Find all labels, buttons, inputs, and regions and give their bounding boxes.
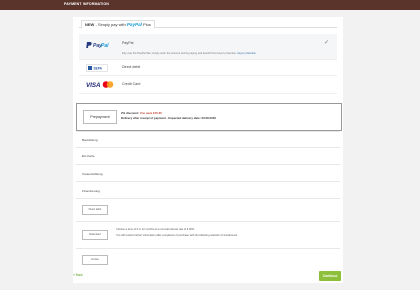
prepayment-delivery: Delivery after receipt of payment - Expe… xyxy=(121,115,216,120)
option-label: Vorauszahlung xyxy=(82,172,103,176)
continue-button[interactable]: Continue xyxy=(319,271,341,281)
option-row-finanzierung[interactable]: Finanzierung xyxy=(76,181,340,199)
direct-debit-label: Direct debit xyxy=(122,65,141,69)
sepa-logo: SEPA xyxy=(86,64,108,72)
payment-panel: NEW - Simply pay with PayPal Plus Pay Pa… xyxy=(73,17,343,283)
instalment-line-2: You will receive further information aft… xyxy=(116,234,238,237)
option-row-ec-karte[interactable]: EC-Karte xyxy=(76,147,340,165)
option-row-barzahlung[interactable]: Barzahlung xyxy=(76,131,340,148)
payment-option-credit-card[interactable]: VISA Credit Card xyxy=(79,76,337,94)
option-row-rechnung[interactable]: Direct debit xyxy=(76,198,340,219)
paypal-label: PayPal xyxy=(122,41,134,45)
svg-text:Pal: Pal xyxy=(101,43,109,49)
tab-paypal-plus[interactable]: NEW - Simply pay with PayPal Plus xyxy=(81,20,155,29)
payment-option-direct-debit[interactable]: SEPA Direct debit xyxy=(79,60,337,76)
prepayment-option[interactable]: Prepayment 2% discount: You save €15.35 … xyxy=(76,103,342,131)
option-label: Barzahlung xyxy=(82,138,98,142)
back-link[interactable]: « Back xyxy=(73,273,83,277)
tab-suffix: Plus xyxy=(143,22,151,27)
payment-option-paypal[interactable]: Pay Pal PayPal Pay over the PayPal Site:… xyxy=(79,34,337,60)
instalment-button[interactable]: Ratenkauf xyxy=(82,230,108,240)
prepayment-discount: 2% discount: You save €15.35 xyxy=(121,111,162,115)
page-title: PAYMENT INFORMATION xyxy=(64,2,109,6)
tab-text: - Simply pay with xyxy=(95,22,126,27)
invoice-button[interactable]: Invoice xyxy=(82,255,108,265)
credit-card-label: Credit Card xyxy=(122,82,141,86)
option-label: EC-Karte xyxy=(82,154,95,158)
visa-mastercard-logo: VISA xyxy=(86,80,114,89)
instalment-line-1: Choose a term of 6 or 12 months at a nom… xyxy=(116,228,195,231)
option-label: Finanzierung xyxy=(82,189,100,193)
paypal-logo: Pay Pal xyxy=(86,41,110,49)
option-row-invoice[interactable]: Invoice xyxy=(76,248,340,269)
prepayment-button[interactable]: Prepayment xyxy=(83,110,117,124)
header-bar: PAYMENT INFORMATION xyxy=(0,0,420,10)
option-row-instalments[interactable]: Ratenkauf Choose a term of 6 or 12 month… xyxy=(76,221,340,248)
svg-text:SEPA: SEPA xyxy=(94,66,103,70)
svg-text:VISA: VISA xyxy=(86,82,101,89)
paypal-description: Pay over the PayPal Site: simply enter t… xyxy=(122,52,256,55)
option-row-vorauszahlung[interactable]: Vorauszahlung xyxy=(76,164,340,182)
check-icon: ✓ xyxy=(323,40,329,46)
direct-debit-button[interactable]: Direct debit xyxy=(82,205,108,215)
tab-new-label: NEW xyxy=(85,22,95,27)
paypal-wordmark: PayPal xyxy=(126,22,142,27)
